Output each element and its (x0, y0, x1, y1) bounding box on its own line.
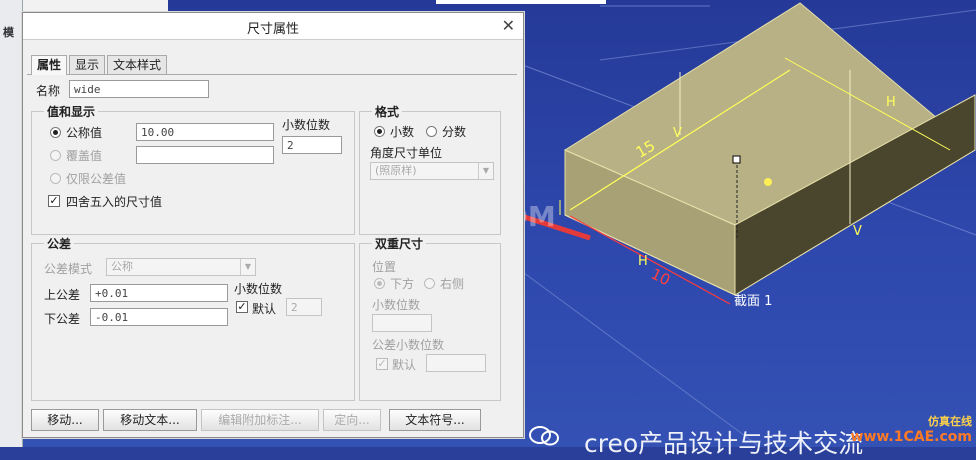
fraction-radio[interactable] (426, 126, 437, 137)
orient-button[interactable]: 定向... (323, 409, 381, 431)
override-label: 覆盖值 (66, 149, 103, 163)
close-icon[interactable]: ✕ (502, 16, 515, 35)
right-radio[interactable] (424, 278, 435, 289)
dual-decimals-input[interactable] (372, 314, 432, 332)
decimals-label: 小数位数 (282, 118, 331, 132)
tol-decimals-input[interactable]: 2 (286, 298, 322, 316)
tab-divider (27, 74, 517, 75)
override-value-input[interactable] (136, 146, 274, 164)
tab-properties[interactable]: 属性 (31, 55, 68, 75)
tolerance-group: 公差 公差模式 公称 ▼ 上公差 +0.01 小数位数 下公差 -0.01 ✓ … (31, 235, 355, 401)
fraction-label: 分数 (442, 125, 467, 139)
origin-marker (764, 178, 772, 186)
dimension-properties-dialog: 尺寸属性 ✕ 属性 显示 文本样式 名称 wide 值和显示 公称值 10.00… (22, 12, 524, 438)
name-label: 名称 (36, 84, 61, 98)
wechat-icon (529, 426, 559, 446)
tol-only-radio[interactable] (50, 173, 61, 184)
dual-dimension-group: 双重尺寸 位置 下方 右侧 小数位数 公差小数位数 ✓ 默认 (359, 235, 501, 401)
logo-top: 仿真在线 (928, 415, 972, 428)
nominal-label: 公称值 (66, 126, 103, 140)
tol-decimals-label: 小数位数 (234, 282, 283, 296)
name-input[interactable]: wide (69, 80, 209, 98)
move-text-button[interactable]: 移动文本... (103, 409, 197, 431)
value-display-title: 值和显示 (44, 103, 99, 120)
tol-default-label: 默认 (252, 302, 277, 316)
logo-bottom: www.1CAE.com (850, 429, 972, 445)
constraint-v-label: V (673, 126, 682, 141)
position-label: 位置 (372, 260, 397, 274)
below-radio[interactable] (374, 278, 385, 289)
upper-tol-input[interactable]: +0.01 (90, 284, 228, 302)
dialog-titlebar[interactable]: 尺寸属性 ✕ (23, 13, 523, 40)
override-radio[interactable] (50, 150, 61, 161)
dual-dimension-title: 双重尺寸 (372, 235, 427, 252)
nominal-radio[interactable] (50, 127, 61, 138)
round-label: 四舍五入的尺寸值 (66, 195, 163, 209)
chevron-down-icon: ▼ (478, 163, 493, 179)
angle-unit-select[interactable]: (照原样) ▼ (370, 162, 494, 180)
footer-text: creo产品设计与技术交流 (584, 429, 864, 458)
move-button[interactable]: 移动... (31, 409, 99, 431)
angle-unit-value: (照原样) (375, 164, 417, 177)
drag-handle (732, 155, 741, 164)
tolerance-mode-label: 公差模式 (44, 262, 93, 276)
tolerance-title: 公差 (44, 235, 75, 252)
site-logo: 仿真在线 www.1CAE.com (851, 413, 972, 445)
dual-tol-decimals-input[interactable] (426, 354, 486, 372)
datum-line (519, 269, 761, 447)
round-checkbox[interactable]: ✓ (48, 195, 60, 207)
tab-text-style[interactable]: 文本样式 (107, 55, 168, 74)
tolerance-mode-value: 公称 (111, 260, 133, 273)
format-group: 格式 小数 分数 角度尺寸单位 (照原样) ▼ (359, 103, 501, 235)
value-display-group: 值和显示 公称值 10.00 小数位数 2 覆盖值 仅限公差值 ✓ 四舍五入的尺… (31, 103, 355, 235)
model-tree-panel[interactable]: 模 (0, 0, 23, 447)
chevron-down-icon: ▼ (240, 259, 255, 275)
dual-decimals-label: 小数位数 (372, 298, 421, 312)
lower-tol-label: 下公差 (44, 312, 81, 326)
text-symbol-button[interactable]: 文本符号... (389, 409, 481, 431)
dual-default-label: 默认 (392, 358, 417, 372)
constraint-h-label: H (886, 95, 896, 110)
below-label: 下方 (390, 277, 415, 291)
lower-tol-input[interactable]: -0.01 (90, 308, 228, 326)
constraint-h-label: H (638, 254, 648, 269)
section-label: 截面 1 (734, 294, 773, 309)
nominal-value-input[interactable]: 10.00 (136, 123, 274, 141)
right-label: 右侧 (440, 277, 465, 291)
tol-default-checkbox[interactable]: ✓ (236, 301, 248, 313)
upper-tol-label: 上公差 (44, 288, 81, 302)
dialog-title: 尺寸属性 (246, 22, 299, 37)
format-title: 格式 (372, 103, 403, 120)
tolerance-mode-select[interactable]: 公称 ▼ (106, 258, 256, 276)
edit-attached-button[interactable]: 编辑附加标注... (201, 409, 319, 431)
decimal-radio[interactable] (374, 126, 385, 137)
constraint-v-label: V (853, 224, 862, 239)
top-toolbar-strip (436, 0, 606, 4)
dual-tol-decimals-label: 公差小数位数 (372, 338, 445, 352)
decimal-label: 小数 (390, 125, 415, 139)
decimals-input[interactable]: 2 (282, 136, 342, 154)
tab-display[interactable]: 显示 (69, 55, 106, 74)
dual-default-checkbox[interactable]: ✓ (376, 358, 388, 370)
tol-only-label: 仅限公差值 (66, 172, 127, 186)
model-tree-title: 模 (3, 26, 14, 39)
angle-unit-label: 角度尺寸单位 (370, 146, 443, 160)
